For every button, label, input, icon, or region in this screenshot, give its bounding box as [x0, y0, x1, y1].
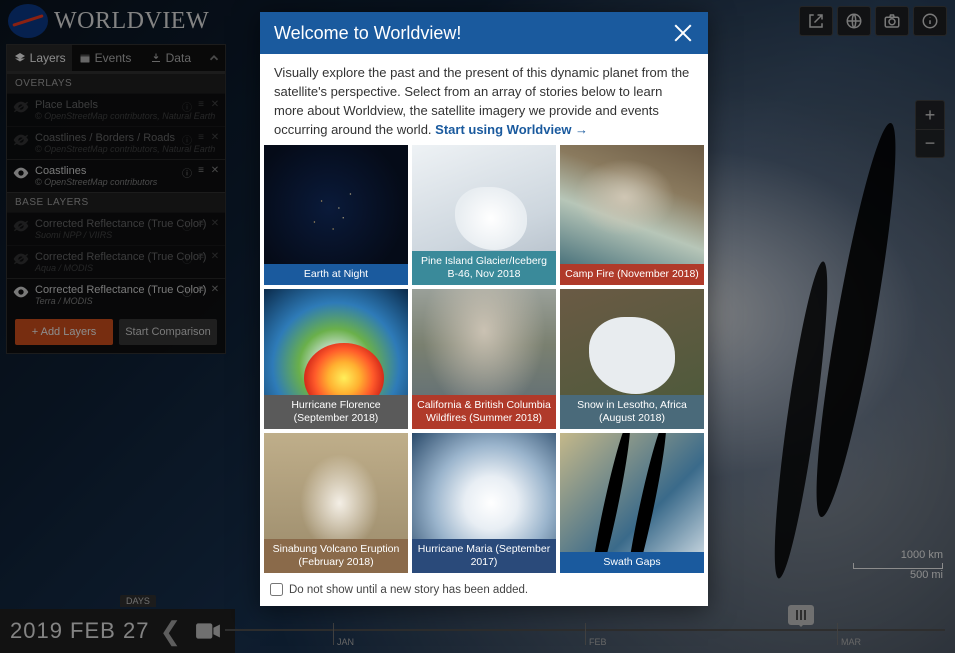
story-caption: Hurricane Florence (September 2018) — [264, 395, 408, 429]
story-caption: California & British Columbia Wildfires … — [412, 395, 556, 429]
do-not-show-checkbox[interactable] — [270, 583, 283, 596]
story-tile[interactable]: Camp Fire (November 2018) — [560, 145, 704, 285]
story-tile[interactable]: Swath Gaps — [560, 433, 704, 573]
story-tile[interactable]: California & British Columbia Wildfires … — [412, 289, 556, 429]
story-caption: Hurricane Maria (September 2017) — [412, 539, 556, 573]
modal-close-button[interactable] — [672, 22, 694, 44]
modal-title: Welcome to Worldview! — [274, 23, 461, 44]
story-tile[interactable]: Hurricane Florence (September 2018) — [264, 289, 408, 429]
stories-grid: Earth at NightPine Island Glacier/Iceber… — [260, 145, 708, 577]
do-not-show-label: Do not show until a new story has been a… — [289, 584, 528, 596]
story-caption: Camp Fire (November 2018) — [560, 264, 704, 285]
story-caption: Earth at Night — [264, 264, 408, 285]
story-caption: Sinabung Volcano Eruption (February 2018… — [264, 539, 408, 573]
story-caption: Swath Gaps — [560, 552, 704, 573]
start-using-link[interactable]: Start using Worldview → — [435, 122, 588, 137]
story-caption: Pine Island Glacier/Iceberg B-46, Nov 20… — [412, 251, 556, 285]
story-tile[interactable]: Hurricane Maria (September 2017) — [412, 433, 556, 573]
story-caption: Snow in Lesotho, Africa (August 2018) — [560, 395, 704, 429]
story-tile[interactable]: Earth at Night — [264, 145, 408, 285]
modal-body: Visually explore the past and the presen… — [260, 54, 708, 145]
modal-header: Welcome to Worldview! — [260, 12, 708, 54]
welcome-modal: Welcome to Worldview! Visually explore t… — [260, 12, 708, 606]
do-not-show-row[interactable]: Do not show until a new story has been a… — [260, 577, 708, 606]
story-tile[interactable]: Sinabung Volcano Eruption (February 2018… — [264, 433, 408, 573]
story-tile[interactable]: Pine Island Glacier/Iceberg B-46, Nov 20… — [412, 145, 556, 285]
story-tile[interactable]: Snow in Lesotho, Africa (August 2018) — [560, 289, 704, 429]
